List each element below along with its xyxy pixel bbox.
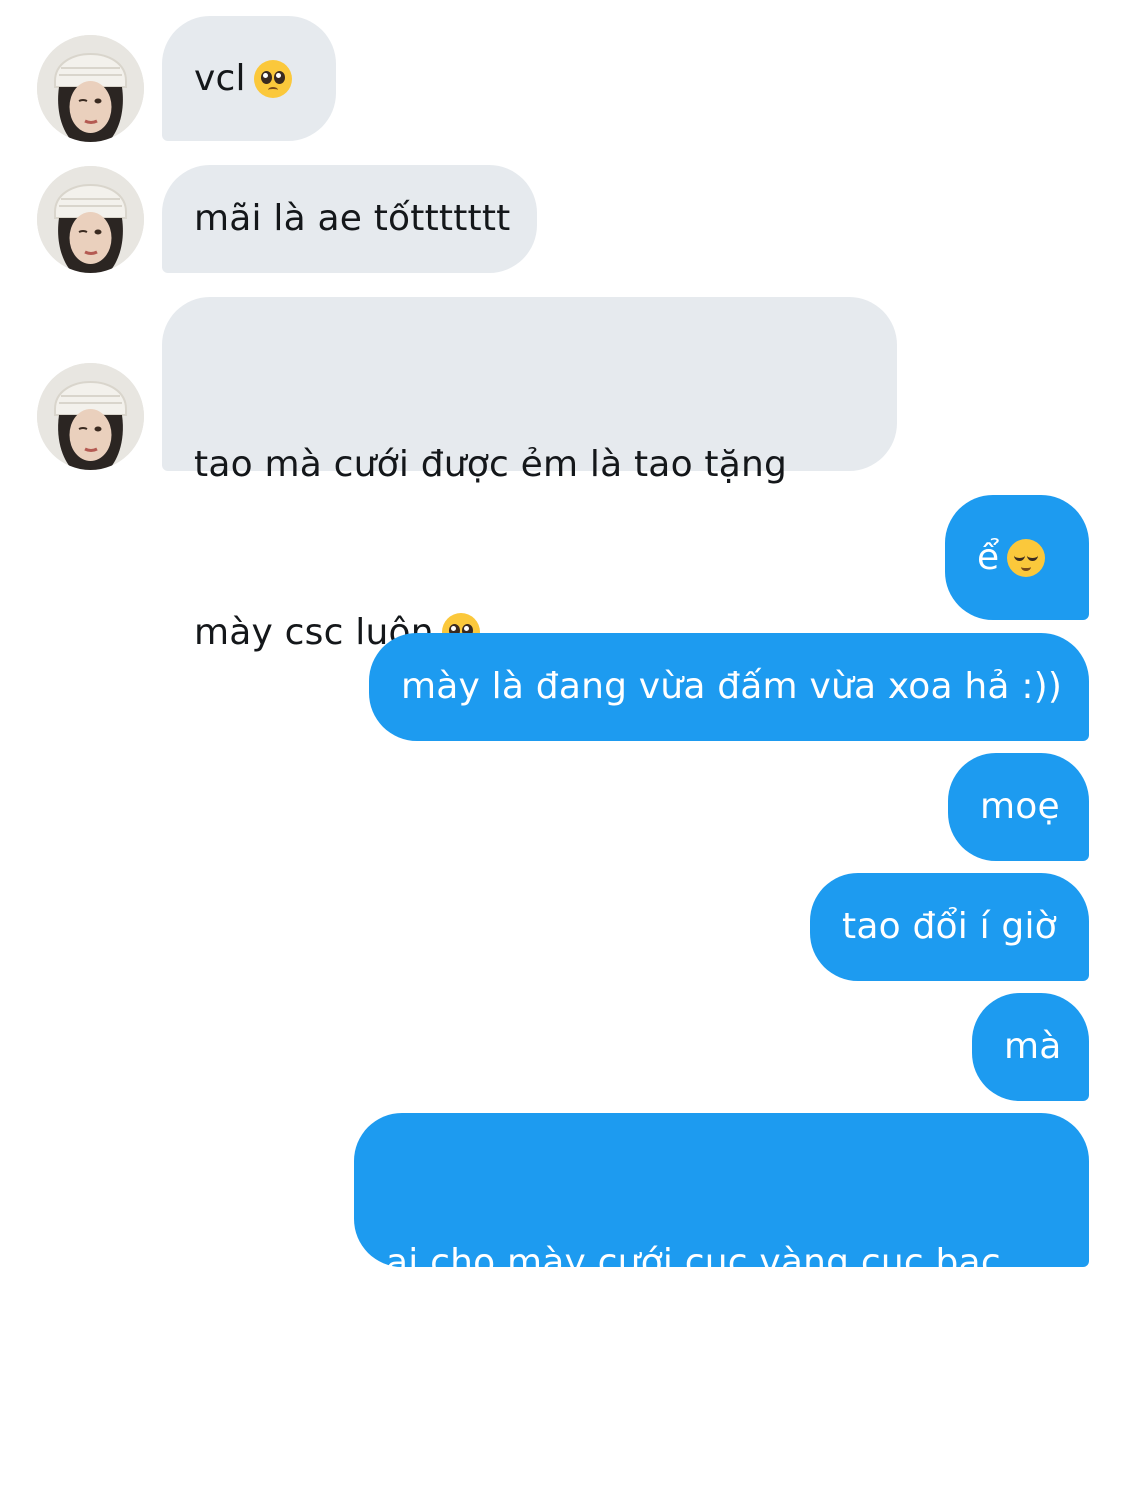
avatar[interactable] [37,35,144,142]
message-text-line: của tao :))) [386,1398,589,1439]
incoming-message[interactable]: vcl [162,16,336,141]
pleading-face-emoji [253,59,292,98]
message-text: moẹ [980,786,1060,827]
outgoing-message[interactable]: mà [972,993,1089,1101]
avatar-photo [37,166,144,273]
outgoing-message[interactable]: ể [945,495,1089,620]
outgoing-message[interactable]: mày là đang vừa đấm vừa xoa hả :)) [369,633,1089,741]
avatar[interactable] [37,166,144,273]
message-text: tao đổi í giờ [842,906,1057,947]
message-text: mãi là ae tốttttttt [194,198,511,239]
outgoing-message[interactable]: moẹ [948,753,1089,861]
incoming-message[interactable]: tao mà cưới được ẻm là tao tặng mày csc … [162,297,897,653]
message-text: vcl [194,57,246,99]
relieved-face-emoji [1007,538,1046,577]
outgoing-message[interactable]: tao đổi í giờ [810,873,1089,981]
avatar-photo [37,363,144,470]
message-text: ể [977,536,1000,578]
avatar[interactable] [37,363,144,470]
avatar-photo [37,35,144,142]
message-text-line: ai cho mày cưới cục vàng cục bạc [386,1242,1001,1283]
message-text: mà [1004,1026,1062,1067]
incoming-message[interactable]: mãi là ae tốttttttt [162,165,537,273]
message-text: mày là đang vừa đấm vừa xoa hả :)) [401,666,1063,707]
message-text-line: tao mà cưới được ẻm là tao tặng [194,444,788,485]
outgoing-message[interactable]: ai cho mày cưới cục vàng cục bạc của tao… [354,1113,1089,1439]
